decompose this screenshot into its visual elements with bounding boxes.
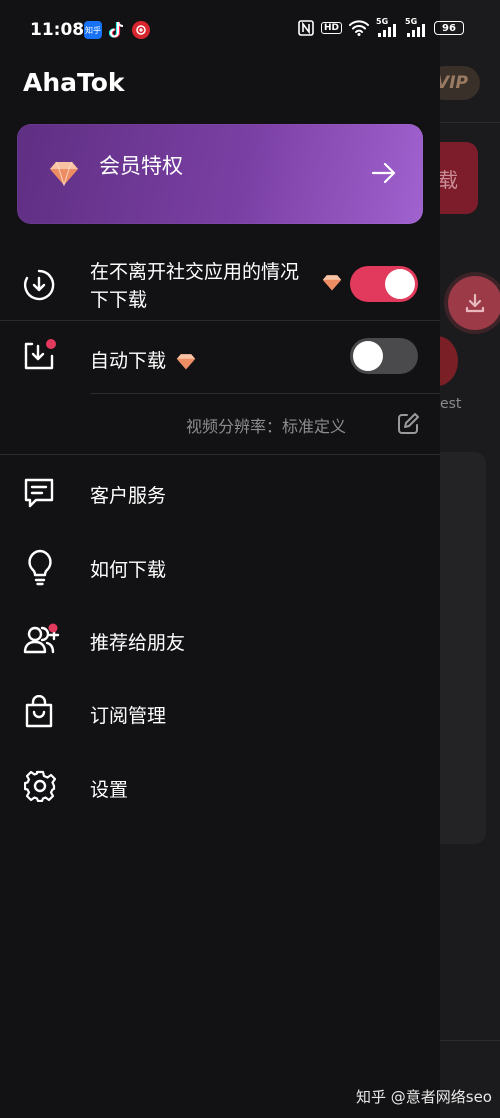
download-without-leaving-toggle[interactable] [350, 266, 418, 302]
zhihu-notification-icon: 知乎 [84, 21, 102, 39]
menu-item-how-to-download[interactable]: 如何下载 [0, 542, 440, 592]
app-title: AhaTok [23, 68, 125, 97]
status-time: 11:08 [30, 20, 85, 40]
menu-item-label: 推荐给朋友 [90, 632, 186, 654]
nfc-icon [298, 20, 314, 36]
background-bottom-divider [440, 1040, 500, 1041]
gear-icon [24, 770, 56, 802]
wifi-icon [349, 20, 369, 36]
battery-icon: 96 [434, 21, 464, 35]
premium-diamond-icon [176, 354, 196, 370]
navigation-drawer: AhaTok 会员特权 在不离开社交应用的情况 下下载 自动下载 视频分辨率：标… [0, 0, 440, 1118]
diamond-icon [50, 161, 78, 186]
vip-privileges-card[interactable]: 会员特权 [17, 124, 423, 224]
signal-2: 5G [405, 17, 427, 37]
section-divider [0, 454, 440, 455]
watermark: 知乎 @意者网络seo [356, 1088, 492, 1106]
premium-diamond-icon [322, 275, 342, 291]
signal-1: 5G [376, 17, 398, 37]
signal-icon [378, 24, 396, 37]
download-without-leaving-label-line2: 下下载 [90, 289, 148, 311]
vip-card-title: 会员特权 [99, 154, 183, 178]
zhihu-notification-label: 知乎 [85, 25, 101, 35]
system-icons: HD 5G 5G 96 [298, 17, 464, 37]
arrow-right-icon [371, 162, 396, 184]
background-divider [440, 122, 500, 123]
section-divider [0, 320, 440, 321]
menu-item-customer-service[interactable]: 客户服务 [0, 468, 440, 518]
download-tray-icon [24, 339, 56, 370]
battery-level: 96 [442, 22, 456, 34]
app-notification-icon [132, 21, 150, 39]
menu-item-label: 设置 [90, 779, 129, 801]
toggle-knob [385, 269, 415, 299]
background-pinterest-label: est [440, 396, 462, 412]
download-without-leaving-row: 在不离开社交应用的情况 下下载 [0, 252, 440, 318]
menu-item-label: 如何下载 [90, 559, 167, 581]
shopping-bag-icon [25, 695, 53, 728]
download-without-leaving-label: 在不离开社交应用的情况 下下载 [90, 258, 320, 314]
inner-divider [90, 393, 440, 394]
edit-icon[interactable] [396, 412, 420, 436]
menu-item-label: 订阅管理 [90, 705, 167, 727]
menu-item-settings[interactable]: 设置 [0, 762, 440, 812]
background-download-fab[interactable] [448, 276, 500, 330]
auto-download-label: 自动下载 [90, 346, 196, 373]
menu-item-subscription-management[interactable]: 订阅管理 [0, 688, 440, 738]
signal-icon [407, 24, 425, 37]
auto-download-toggle[interactable] [350, 338, 418, 374]
hd-icon: HD [320, 22, 342, 34]
menu-item-recommend-to-friends[interactable]: 推荐给朋友 [0, 615, 440, 665]
download-without-leaving-label-line1: 在不离开社交应用的情况 [90, 261, 300, 283]
chat-icon [24, 478, 54, 508]
video-resolution-text: 视频分辨率：标准定义 [186, 417, 347, 436]
download-circle-icon [23, 269, 55, 301]
toggle-knob [353, 341, 383, 371]
auto-download-label-text: 自动下载 [90, 350, 167, 372]
download-icon [465, 293, 485, 313]
status-bar: 11:08 知乎 HD 5G 5G 96 [0, 0, 500, 60]
notification-icons: 知乎 [84, 21, 150, 39]
background-download-button-label: 载 [438, 167, 458, 192]
tiktok-notification-icon [108, 21, 126, 39]
auto-download-row: 自动下载 [0, 322, 440, 392]
add-friends-icon [23, 623, 60, 654]
menu-item-label: 客户服务 [90, 485, 167, 507]
lightbulb-icon [28, 549, 52, 586]
